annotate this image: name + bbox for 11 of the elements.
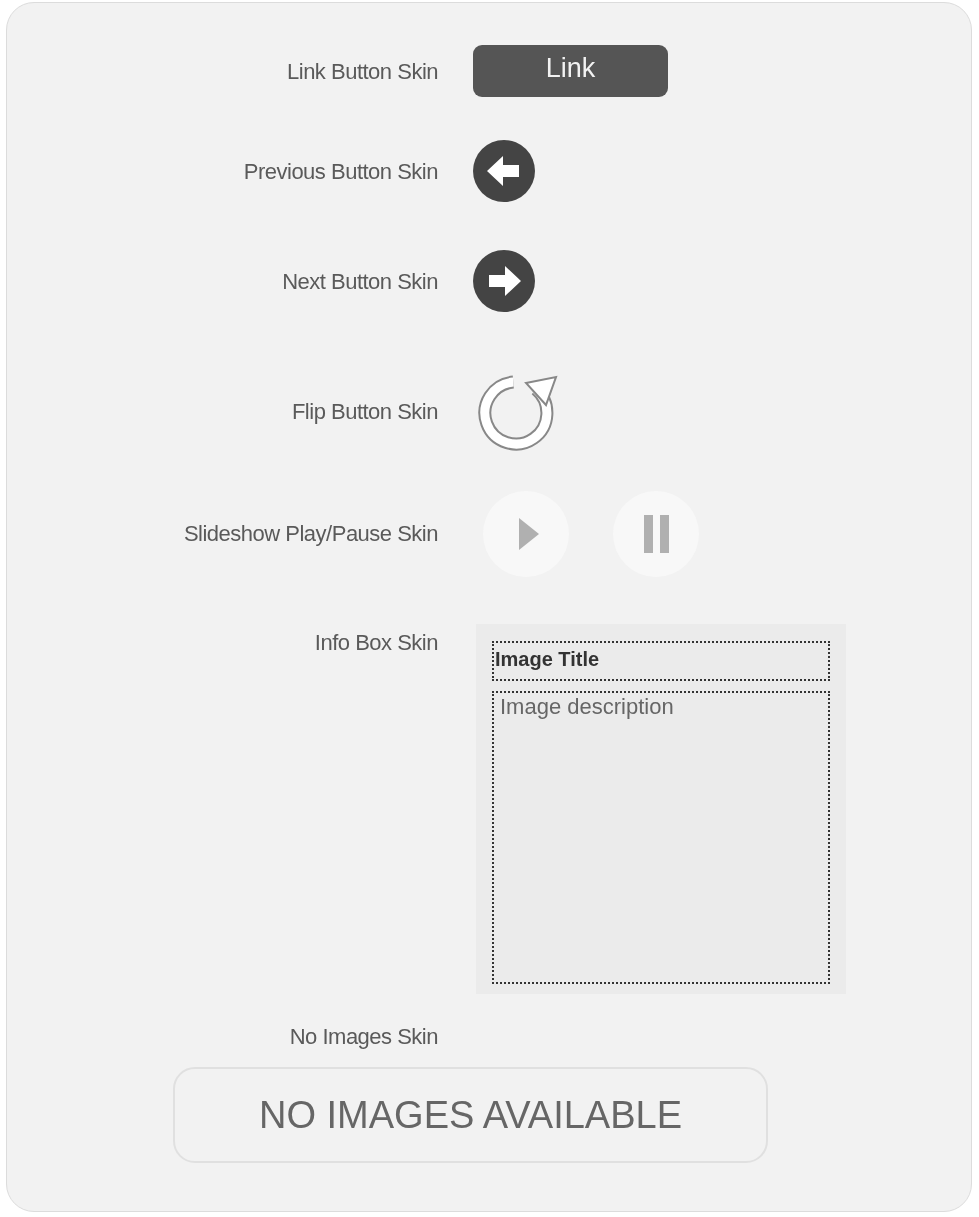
image-title: Image Title <box>492 641 830 681</box>
link-button[interactable]: Link <box>473 45 668 97</box>
no-images-message: NO IMAGES AVAILABLE <box>173 1067 768 1163</box>
skin-label: Link Button Skin <box>286 57 438 86</box>
skin-label: Next Button Skin <box>281 267 438 296</box>
image-description: Image description <box>492 691 830 984</box>
skin-label: Info Box Skin <box>313 629 438 657</box>
skin-label: Flip Button Skin <box>290 397 438 426</box>
skin-label: Slideshow Play/Pause Skin <box>182 520 438 548</box>
skin-label: No Images Skin <box>288 1023 438 1051</box>
skin-label: Previous Button Skin <box>242 157 438 186</box>
